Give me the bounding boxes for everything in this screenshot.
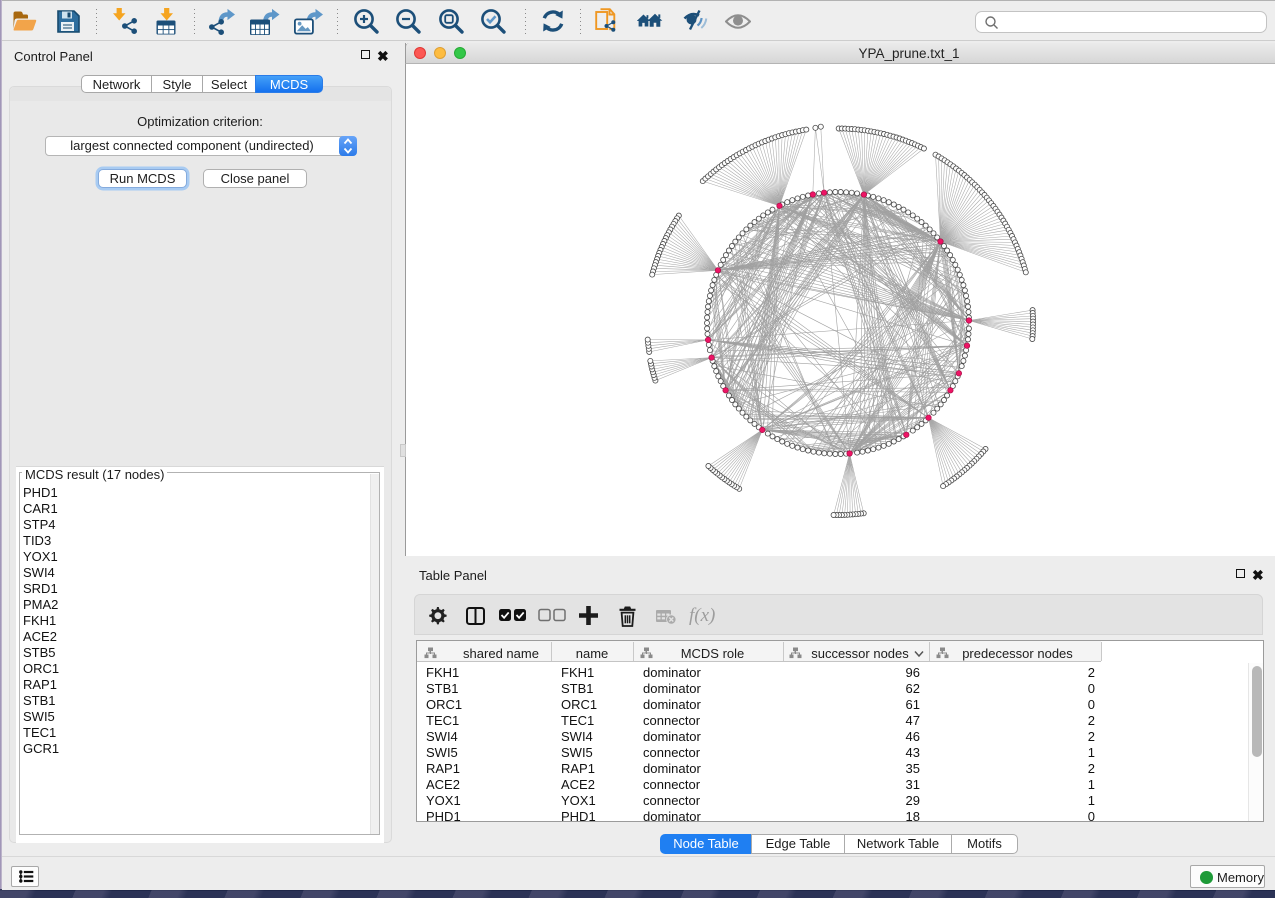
svg-text:f(x): f(x): [689, 605, 715, 626]
